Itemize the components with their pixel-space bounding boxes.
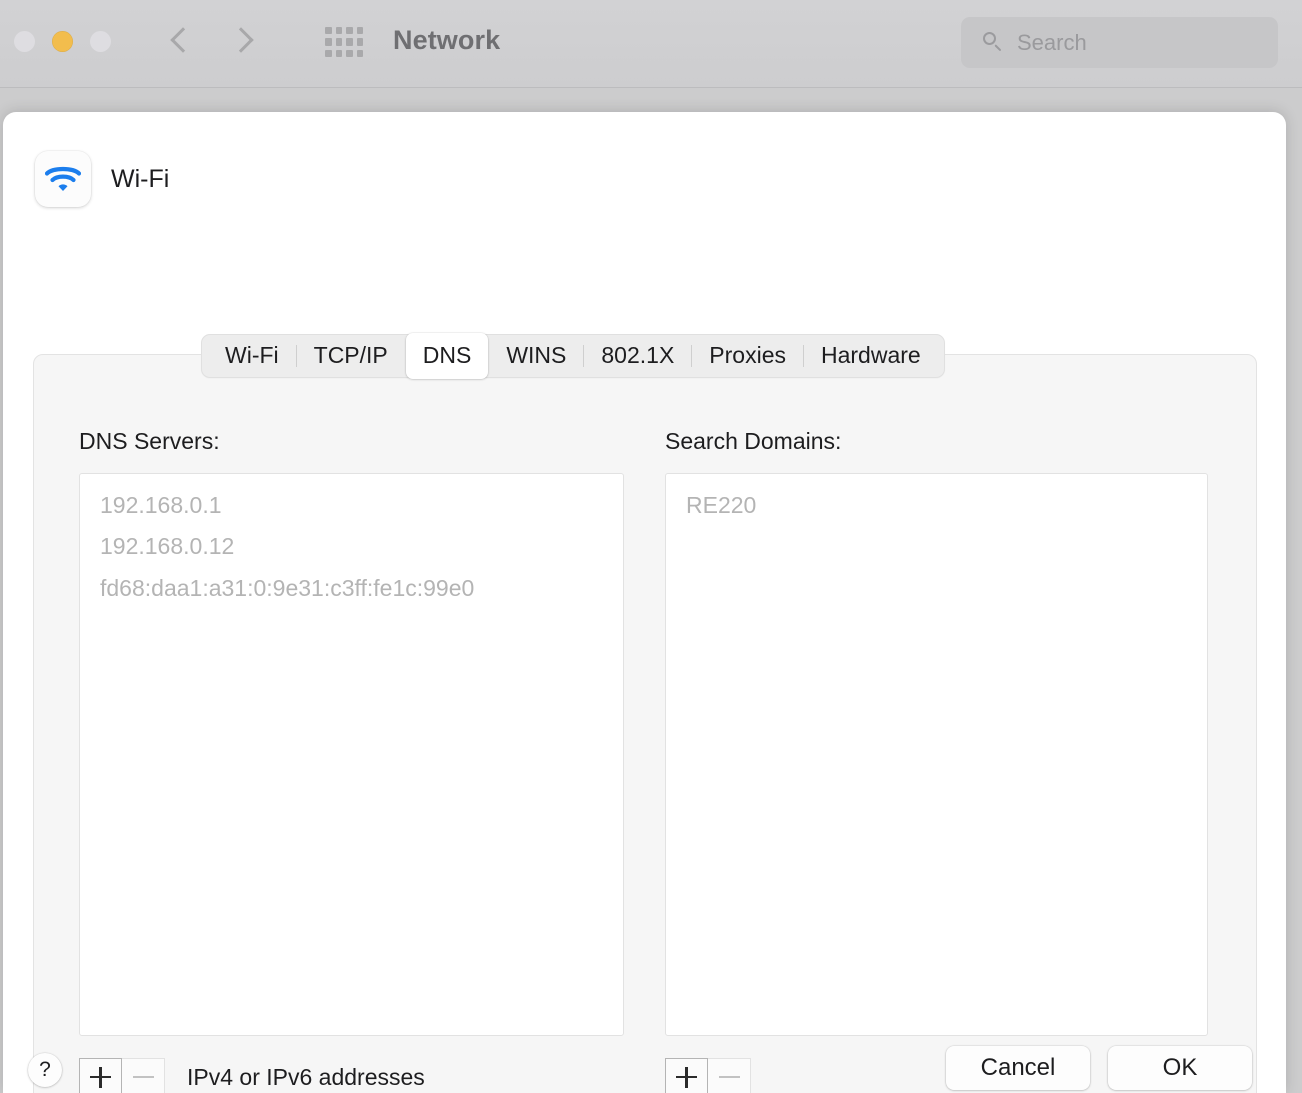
zoom-window-button[interactable] <box>90 31 111 52</box>
add-dns-server-button[interactable] <box>79 1058 122 1093</box>
minus-icon <box>718 1067 740 1088</box>
service-header: Wi-Fi <box>35 151 169 207</box>
add-search-domain-button[interactable] <box>665 1058 708 1093</box>
grid-apps-icon[interactable] <box>325 27 363 57</box>
help-button[interactable]: ? <box>28 1053 62 1087</box>
settings-tabbar: Wi-Fi TCP/IP DNS WINS 802.1X Proxies Har… <box>201 333 945 379</box>
list-item[interactable]: RE220 <box>666 485 1207 526</box>
minus-icon <box>132 1067 154 1088</box>
wifi-icon <box>35 151 91 207</box>
search-icon <box>983 32 1004 53</box>
navigation-arrows <box>168 22 254 62</box>
dns-servers-column: DNS Servers: 192.168.0.1 192.168.0.12 fd… <box>79 428 624 1093</box>
tab-proxies[interactable]: Proxies <box>692 338 803 374</box>
cancel-button[interactable]: Cancel <box>946 1046 1090 1090</box>
tab-hardware[interactable]: Hardware <box>804 338 938 374</box>
remove-search-domain-button[interactable] <box>708 1058 751 1093</box>
dns-servers-add-remove <box>79 1058 165 1093</box>
plus-icon <box>90 1066 111 1088</box>
search-domains-add-remove <box>665 1058 751 1093</box>
search-field[interactable]: Search <box>961 17 1278 68</box>
window-titlebar: Network Search <box>0 0 1302 88</box>
network-preferences-window: Network Search Wi-Fi Wi-Fi TCP/IP DNS WI… <box>0 0 1302 1093</box>
page-title: Network <box>393 25 501 55</box>
search-domains-list[interactable]: RE220 <box>665 473 1208 1036</box>
sheet-footer-buttons: Cancel OK <box>946 1046 1252 1090</box>
dns-servers-label: DNS Servers: <box>79 428 220 454</box>
search-domains-column: Search Domains: RE220 <box>665 428 1208 1093</box>
list-item[interactable]: 192.168.0.1 <box>80 485 623 526</box>
close-window-button[interactable] <box>14 31 35 52</box>
ok-button[interactable]: OK <box>1108 1046 1252 1090</box>
list-item[interactable]: 192.168.0.12 <box>80 526 623 567</box>
service-name-label: Wi-Fi <box>111 164 170 193</box>
tab-dns[interactable]: DNS <box>405 333 489 379</box>
remove-dns-server-button[interactable] <box>122 1058 165 1093</box>
chevron-left-icon[interactable] <box>168 22 190 62</box>
plus-icon <box>676 1066 697 1088</box>
tab-wins[interactable]: WINS <box>489 338 583 374</box>
chevron-right-icon[interactable] <box>232 22 254 62</box>
dns-servers-list[interactable]: 192.168.0.1 192.168.0.12 fd68:daa1:a31:0… <box>79 473 624 1036</box>
dns-servers-hint: IPv4 or IPv6 addresses <box>187 1063 425 1090</box>
tab-wifi[interactable]: Wi-Fi <box>208 338 296 374</box>
search-input[interactable]: Search <box>1017 30 1087 56</box>
dns-servers-controls: IPv4 or IPv6 addresses <box>79 1058 624 1093</box>
traffic-light-controls <box>14 31 111 52</box>
tab-tcpip[interactable]: TCP/IP <box>297 338 405 374</box>
tab-8021x[interactable]: 802.1X <box>584 338 691 374</box>
list-item[interactable]: fd68:daa1:a31:0:9e31:c3ff:fe1c:99e0 <box>80 568 623 609</box>
dns-settings-sheet: Wi-Fi Wi-Fi TCP/IP DNS WINS 802.1X Proxi… <box>3 112 1286 1093</box>
minimize-window-button[interactable] <box>52 31 73 52</box>
search-domains-label: Search Domains: <box>665 428 842 454</box>
